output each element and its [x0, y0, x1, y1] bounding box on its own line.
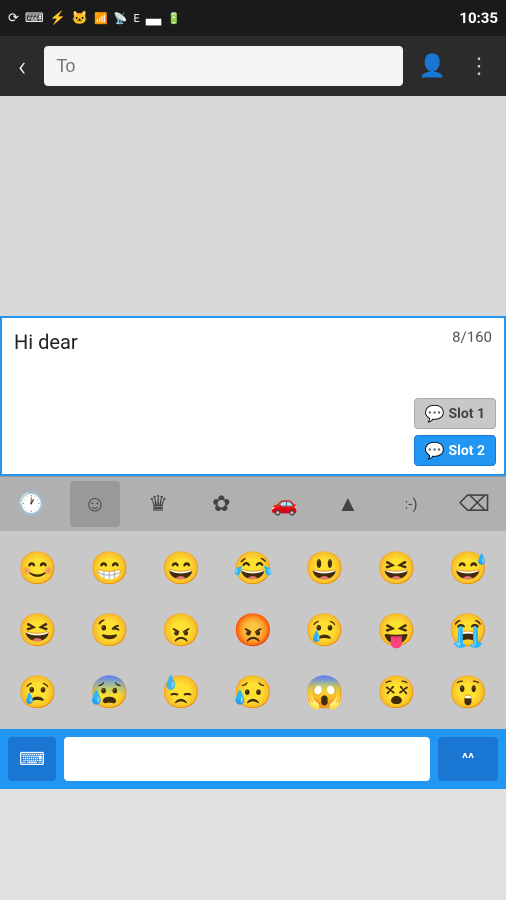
sync-icon: ⟳ [8, 11, 19, 26]
slot-buttons: 💬 Slot 1 💬 Slot 2 [414, 398, 496, 466]
keyboard-toolbar: 🕐 ☺ ♛ ✿ 🚗 ▲ :-) ⌫ [0, 476, 506, 531]
emoji-grid: 😊 😁 😄 😂 😃 😆 😅 😆 😉 😠 😡 😢 😝 😭 😢 😰 😓 😥 😱 😵 … [0, 531, 506, 729]
slot2-label: Slot 2 [449, 443, 485, 459]
emoji-sweat[interactable]: 😓 [147, 663, 215, 721]
emoji-rage[interactable]: 😡 [219, 601, 287, 659]
spacebar[interactable] [64, 737, 430, 781]
emoji-sweat-smile[interactable]: 😅 [434, 539, 502, 597]
slot1-icon: 💬 [425, 404, 445, 423]
compose-box[interactable]: Hi dear 8/160 💬 Slot 1 💬 Slot 2 [0, 316, 506, 476]
wifi-icon: 📡 [114, 12, 128, 25]
network-icon: E [133, 12, 139, 25]
emoji-smile-teeth[interactable]: 😄 [147, 539, 215, 597]
emoji-joy[interactable]: 😂 [219, 539, 287, 597]
scroll-up-button[interactable]: ^^ [438, 737, 498, 781]
slot2-icon: 💬 [425, 441, 445, 460]
emoji-wink[interactable]: 😉 [76, 601, 144, 659]
slot2-button[interactable]: 💬 Slot 2 [414, 435, 496, 466]
contact-icon[interactable]: 👤 [413, 50, 452, 83]
emoji-scream[interactable]: 😱 [291, 663, 359, 721]
slot1-button[interactable]: 💬 Slot 1 [414, 398, 496, 429]
status-bar: ⟳ ⌨ ⚡ 🐱 📶 📡 E ▄▄ 🔋 10:35 [0, 0, 506, 36]
car-button[interactable]: 🚗 [260, 481, 310, 527]
emoticon-button[interactable]: :-) [386, 481, 436, 527]
emoji-angry[interactable]: 😠 [147, 601, 215, 659]
back-button[interactable]: ‹ [10, 46, 34, 87]
emoji-blush[interactable]: 😊 [4, 539, 72, 597]
keyboard-toggle-button[interactable]: ⌨ [8, 737, 56, 781]
char-count: 8/160 [452, 328, 492, 346]
battery-icon: 🔋 [167, 12, 181, 25]
emoji-astonished[interactable]: 😲 [434, 663, 502, 721]
backspace-button[interactable]: ⌫ [449, 481, 499, 527]
compose-text[interactable]: Hi dear [14, 328, 492, 356]
crown-button[interactable]: ♛ [133, 481, 183, 527]
signal-bars-icon: ▄▄ [146, 12, 162, 25]
emoji-stuck-out-tongue[interactable]: 😝 [363, 601, 431, 659]
emoji-grin[interactable]: 😁 [76, 539, 144, 597]
status-icons: ⟳ ⌨ ⚡ 🐱 📶 📡 E ▄▄ 🔋 [8, 11, 181, 26]
recent-button[interactable]: 🕐 [7, 481, 57, 527]
emoji-cry[interactable]: 😢 [291, 601, 359, 659]
clock: 10:35 [459, 9, 498, 27]
slot1-label: Slot 1 [449, 406, 485, 422]
emoji-laughing[interactable]: 😆 [363, 539, 431, 597]
emoji-disappointed-relieved[interactable]: 😥 [219, 663, 287, 721]
bottom-bar: ⌨ ^^ [0, 729, 506, 789]
keyboard-status-icon: ⌨ [25, 11, 44, 26]
cat-icon: 🐱 [72, 11, 88, 26]
triangle-button[interactable]: ▲ [323, 481, 373, 527]
keyboard-icon: ⌨ [19, 749, 45, 770]
emoji-smiley[interactable]: 😃 [291, 539, 359, 597]
usb-icon: ⚡ [50, 11, 66, 26]
emoji-sob[interactable]: 😭 [434, 601, 502, 659]
more-options-icon[interactable]: ⋮ [462, 50, 496, 83]
top-bar: ‹ 👤 ⋮ [0, 36, 506, 96]
emoji-dizzy-face[interactable]: 😵 [363, 663, 431, 721]
to-input[interactable] [44, 46, 402, 86]
flower-button[interactable]: ✿ [196, 481, 246, 527]
emoji-cold-sweat[interactable]: 😰 [76, 663, 144, 721]
emoji-button[interactable]: ☺ [70, 481, 120, 527]
message-area [0, 96, 506, 316]
emoji-satisfied[interactable]: 😆 [4, 601, 72, 659]
signal-icon: 📶 [94, 12, 108, 25]
emoji-worried[interactable]: 😢 [4, 663, 72, 721]
